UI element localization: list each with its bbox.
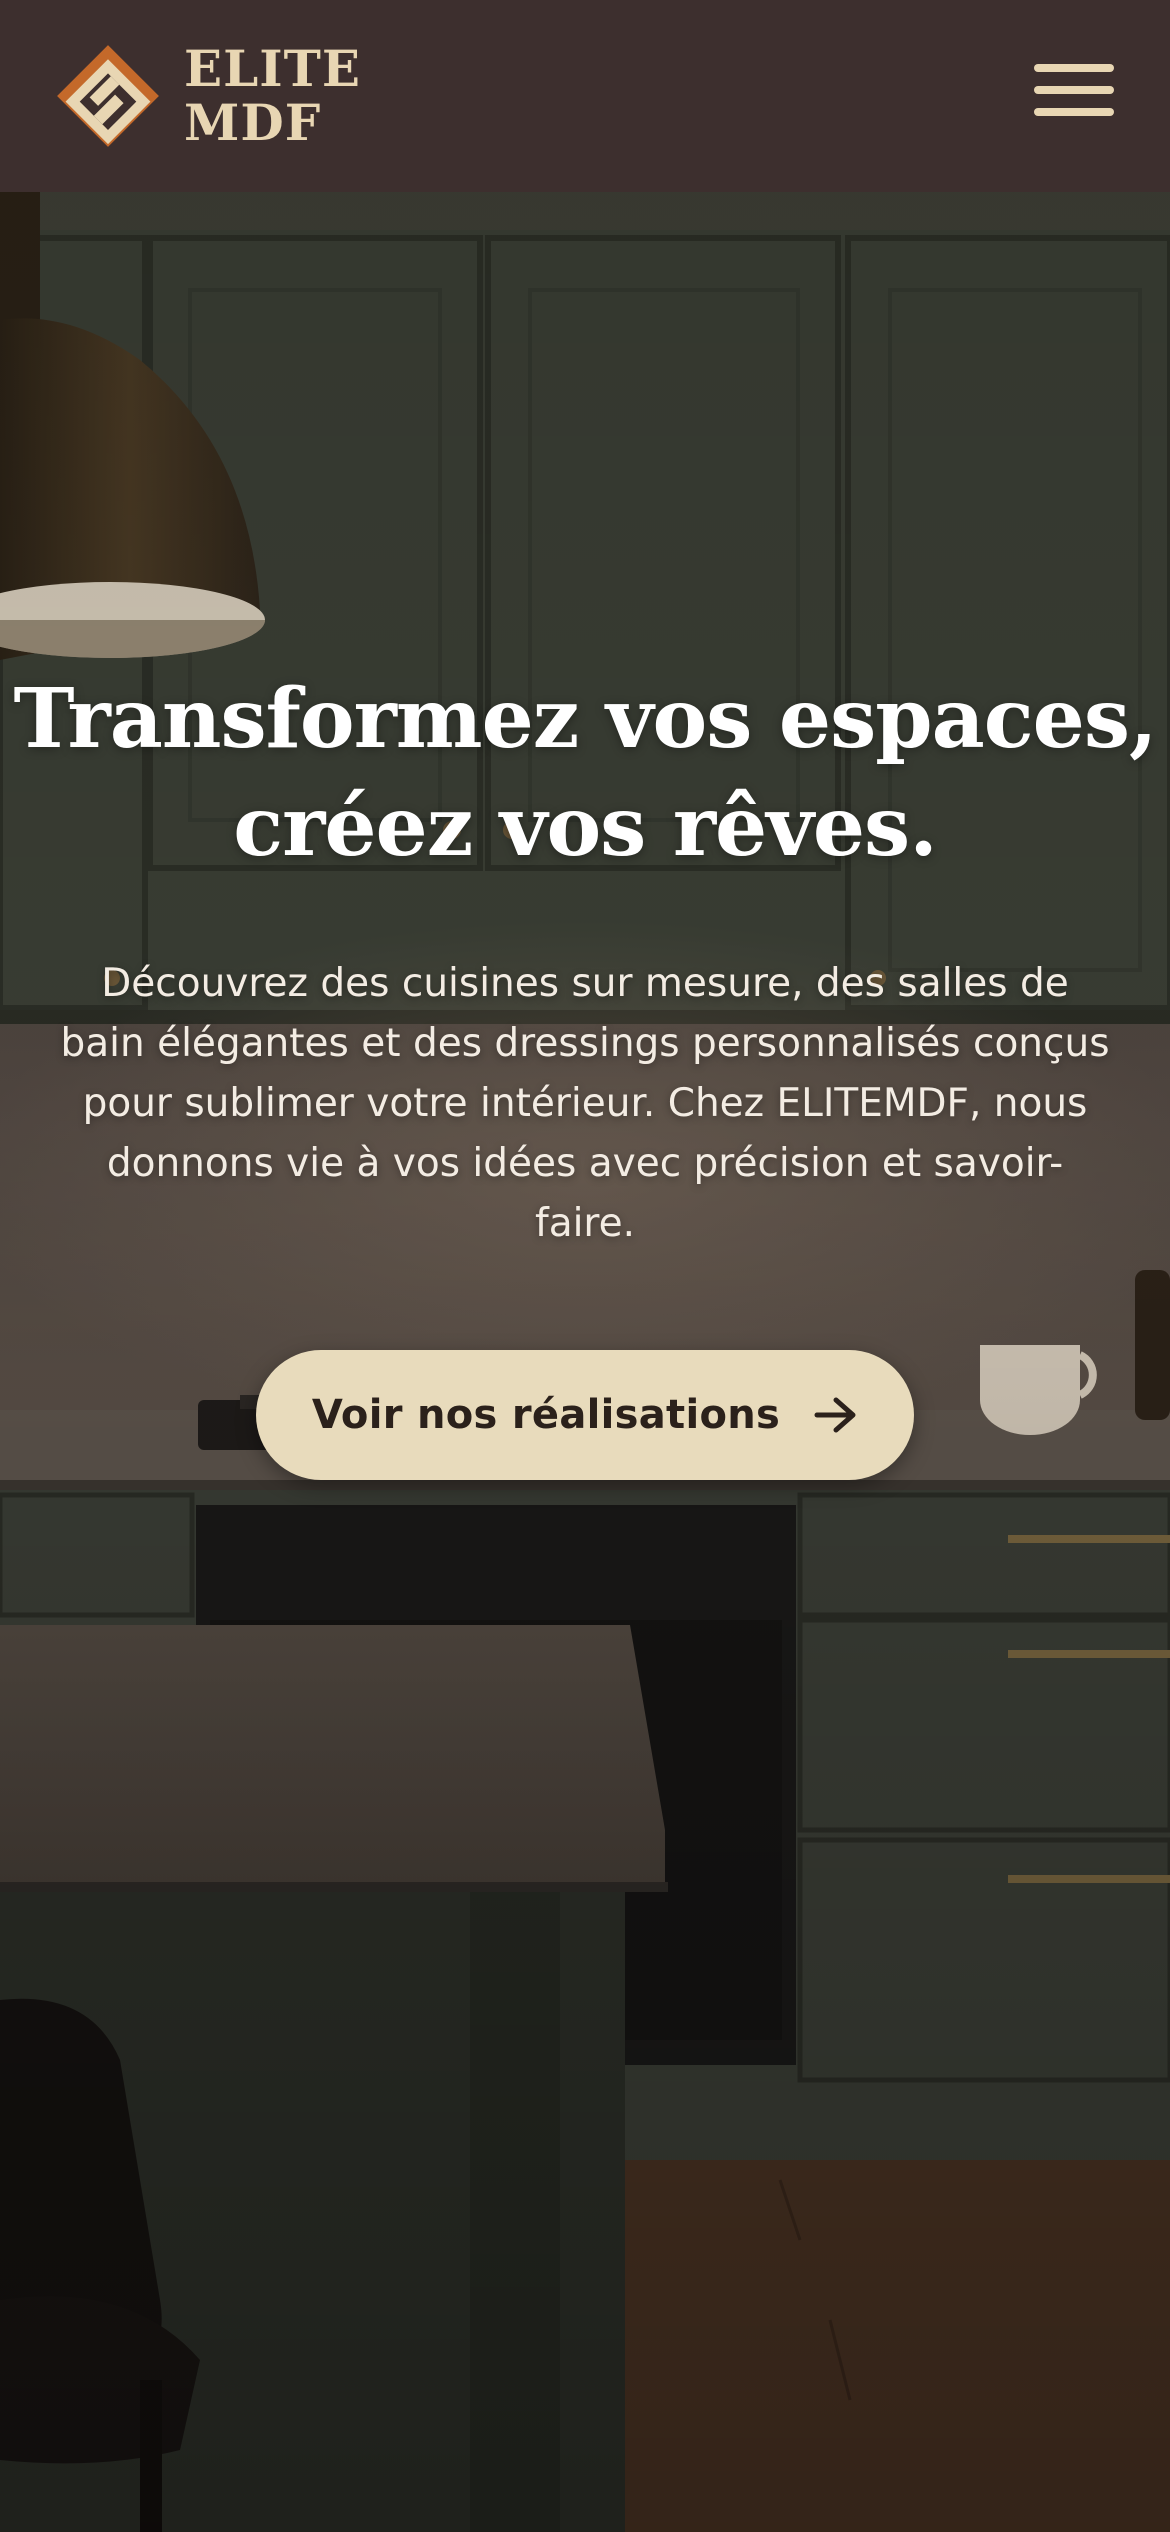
menu-bar [1034, 64, 1114, 72]
hero-description: Découvrez des cuisines sur mesure, des s… [60, 961, 1110, 1246]
logo[interactable]: ELITE MDF [52, 40, 361, 152]
menu-button[interactable] [1034, 62, 1114, 118]
page: ELITE MDF Transformez vos espaces, créez… [0, 0, 1170, 2532]
logo-text: ELITE MDF [184, 42, 361, 150]
logo-line-2: MDF [184, 93, 322, 152]
arrow-right-icon [814, 1397, 856, 1433]
logo-line-1: ELITE [184, 39, 361, 98]
hero-title-line-2: créez vos rêves. [233, 779, 938, 875]
view-projects-button[interactable]: Voir nos réalisations [256, 1350, 914, 1480]
menu-bar [1034, 86, 1114, 94]
site-header: ELITE MDF [0, 0, 1170, 192]
hero-title: Transformez vos espaces, créez vos rêves… [0, 665, 1170, 881]
hero-title-line-1: Transformez vos espaces, [13, 671, 1157, 767]
view-projects-button-label: Voir nos réalisations [311, 1392, 781, 1438]
logo-icon [57, 45, 159, 147]
menu-bar [1034, 108, 1114, 116]
